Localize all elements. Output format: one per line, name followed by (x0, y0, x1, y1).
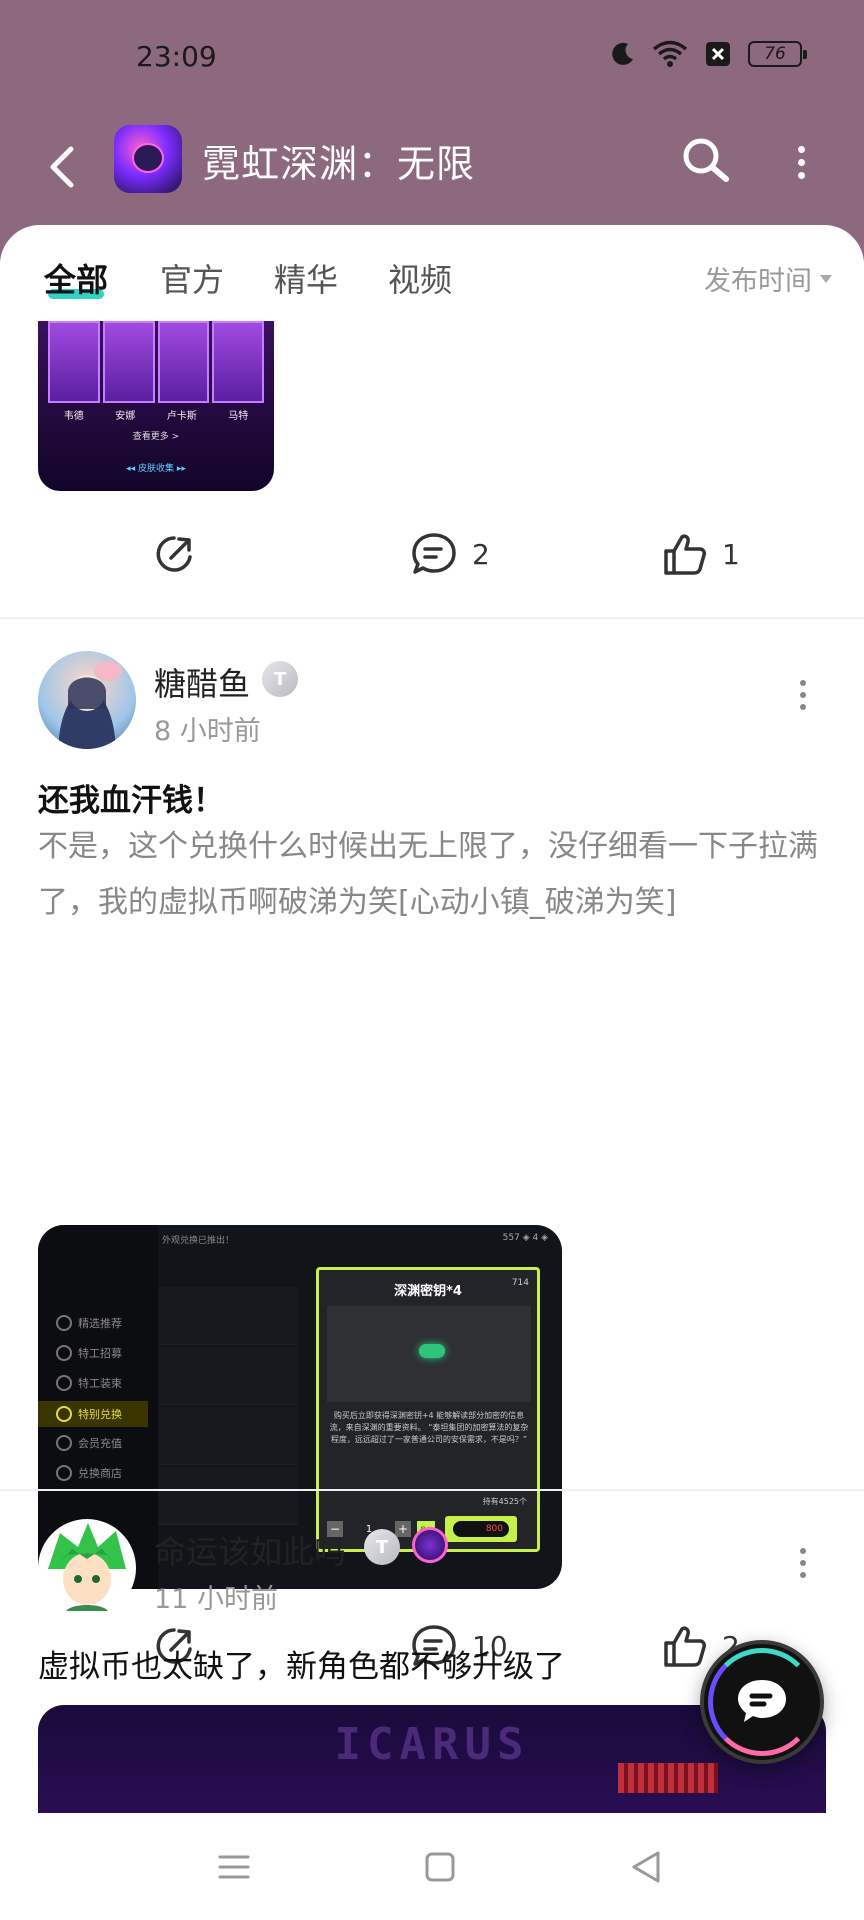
post-time: 8 小时前 (154, 716, 261, 747)
like-count: 1 (722, 537, 740, 571)
post-actions: 2 1 (0, 515, 864, 595)
key-icon (419, 1344, 445, 1358)
comment-count: 2 (472, 537, 490, 571)
image-currency: 557 ◈ 4 ◈ (502, 1233, 548, 1243)
caret-down-icon (820, 274, 832, 283)
avatar[interactable] (38, 1519, 136, 1617)
battery-icon: 76 (748, 41, 807, 67)
level-badge: T (364, 1529, 400, 1565)
image-menu-item: 特工装束 (56, 1375, 122, 1391)
tab-official[interactable]: 官方 (160, 255, 224, 301)
image-menu-item: 精选推荐 (56, 1315, 122, 1331)
username[interactable]: 命运该如此吗 (154, 1527, 346, 1573)
wifi-icon (652, 40, 688, 67)
tab-bar: 全部 官方 精华 视频 发布时间 (0, 225, 864, 321)
avatar[interactable] (38, 651, 136, 749)
tab-video[interactable]: 视频 (388, 255, 452, 301)
status-icons: 76 (610, 40, 807, 68)
image-menu-label: 兑换商店 (78, 1467, 122, 1480)
modal-owned: 持有4525个 (482, 1497, 527, 1506)
search-icon (683, 138, 729, 182)
status-time: 23:09 (136, 40, 217, 73)
badge-text: T (273, 668, 287, 690)
thumbs-up-icon (664, 1626, 706, 1667)
image-menu-label: 会员充值 (78, 1437, 122, 1450)
modal-price: 800 (453, 1521, 509, 1537)
image-menu-label: 特别兑换 (78, 1408, 122, 1421)
image-menu-label: 精选推荐 (78, 1317, 122, 1330)
search-button[interactable] (678, 133, 734, 189)
image-menu-item: 特工招募 (56, 1345, 122, 1361)
chat-fab-button[interactable] (700, 1640, 824, 1764)
status-bar: 23:09 76 (0, 0, 864, 115)
sort-label: 发布时间 (704, 266, 812, 297)
system-nav-bar (0, 1813, 864, 1920)
game-badge-icon (412, 1527, 448, 1563)
modal-description: 购买后立即获得深渊密钥+4 能够解读部分加密的信息流，来自深渊的重要资料。 “泰… (329, 1411, 529, 1444)
badge-text: T (375, 1536, 389, 1558)
image-modal: 深渊密钥*4 714 购买后立即获得深渊密钥+4 能够解读部分加密的信息流，来自… (316, 1267, 540, 1552)
post-more-button[interactable] (796, 1543, 810, 1583)
back-icon (50, 146, 74, 188)
more-button[interactable] (786, 137, 816, 187)
back-button[interactable] (40, 137, 84, 197)
image-menu-item: 特别兑换 (38, 1401, 148, 1427)
post-body: 不是，这个兑换什么时候出无上限了，没仔细看一下子拉满了，我的虚拟币啊破涕为笑[心… (38, 829, 818, 920)
sort-dropdown[interactable]: 发布时间 (704, 259, 832, 298)
moon-icon (612, 42, 633, 65)
modal-count: 714 (511, 1278, 529, 1288)
image-menu-label: 特工装束 (78, 1377, 122, 1390)
page-title: 霓虹深渊：无限 (202, 142, 476, 186)
post-image[interactable]: 韦德 安娜 卢卡斯 马特 查看更多 > ◂◂ 皮肤收集 ▸▸ (38, 321, 274, 491)
image-menu-item: 兑换商店 (56, 1465, 122, 1481)
image-more-text: 查看更多 > (132, 432, 180, 442)
game-icon[interactable] (114, 125, 182, 193)
image-header-hint: 外观兑换已推出！ (162, 1236, 235, 1246)
sim-off-icon (706, 42, 730, 66)
thumbs-up-icon (664, 534, 706, 575)
home-icon[interactable] (420, 1847, 460, 1887)
menu-icon[interactable] (214, 1847, 254, 1887)
tab-featured[interactable]: 精华 (274, 255, 338, 301)
divider (0, 1489, 864, 1491)
image-collection-text: ◂◂ 皮肤收集 ▸▸ (126, 464, 186, 474)
modal-buy: 800 (445, 1516, 517, 1542)
comment-button[interactable]: 2 (410, 531, 490, 577)
back-triangle-icon[interactable] (626, 1847, 666, 1887)
level-badge: T (262, 661, 298, 697)
share-button[interactable] (152, 531, 198, 577)
tab-all[interactable]: 全部 (44, 255, 108, 301)
like-button[interactable]: 1 (662, 531, 740, 577)
plus-icon: + (395, 1521, 411, 1537)
card-name: 安娜 (115, 411, 136, 422)
divider (0, 617, 864, 619)
chat-icon (738, 1680, 786, 1722)
post-title: 还我血汗钱！ (38, 783, 224, 819)
post-time: 11 小时前 (154, 1584, 278, 1615)
share-icon (156, 536, 192, 572)
card-name: 马特 (228, 411, 249, 422)
post-more-button[interactable] (796, 675, 810, 715)
modal-title: 深渊密钥*4 (394, 1284, 462, 1299)
battery-level: 76 (764, 44, 786, 64)
card-name: 卢卡斯 (166, 411, 197, 422)
image-menu-label: 特工招募 (78, 1347, 122, 1360)
comment-icon (412, 533, 456, 574)
app-header: 霓虹深渊：无限 (0, 115, 864, 225)
username[interactable]: 糖醋鱼 (154, 659, 250, 705)
image-menu-item: 会员充值 (56, 1435, 122, 1451)
post-title: 虚拟币也太缺了，新角色都不够升级了 (38, 1649, 565, 1685)
card-name: 韦德 (63, 411, 84, 422)
